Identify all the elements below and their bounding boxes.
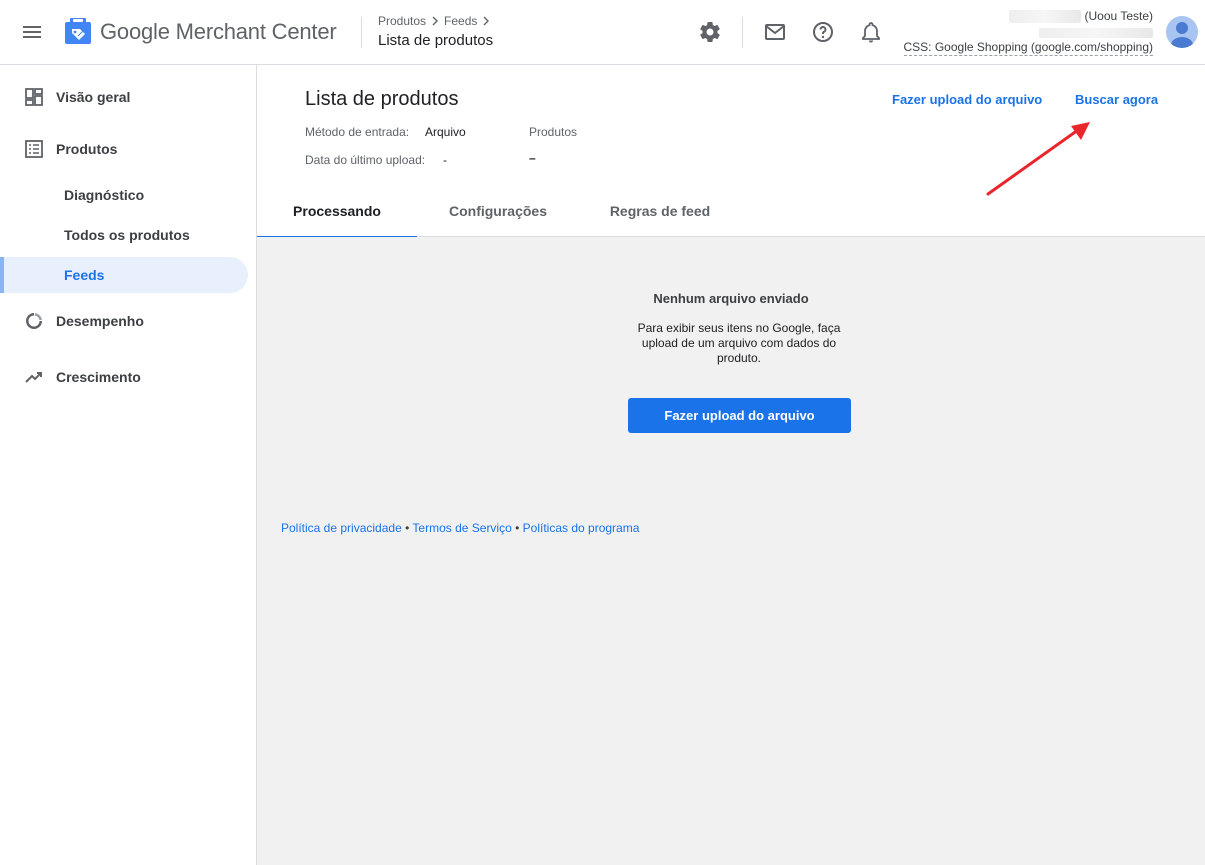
account-name-redacted (1008, 9, 1081, 23)
sidebar-item-todos-os-produtos[interactable]: Todos os produtos (0, 217, 248, 253)
dashboard-icon (25, 88, 43, 106)
program-policies-link[interactable]: Políticas do programa (523, 521, 640, 535)
feed-header: Lista de produtos Método de entrada: Arq… (257, 65, 1205, 238)
breadcrumb-produtos[interactable]: Produtos (378, 14, 426, 28)
footer-separator: • (401, 521, 413, 535)
person-icon (1171, 22, 1193, 48)
sidebar-item-label: Produtos (56, 141, 118, 157)
footer-separator: • (511, 521, 523, 535)
sidebar-item-label: Visão geral (56, 89, 131, 105)
products-value: – (529, 151, 536, 165)
last-upload-value: - (443, 153, 447, 167)
top-app-bar: Google Merchant Center Produtos Feeds Li… (0, 0, 1205, 65)
breadcrumb-feeds[interactable]: Feeds (444, 14, 477, 28)
sidebar: Visão geral Produtos Diagnóstico Todos o… (0, 65, 257, 865)
menu-icon[interactable] (20, 20, 44, 44)
terms-of-service-link[interactable]: Termos de Serviço (412, 521, 511, 535)
upload-file-link[interactable]: Fazer upload do arquivo (892, 92, 1042, 107)
tab-panel: Nenhum arquivo enviado Para exibir seus … (257, 237, 1205, 865)
breadcrumb: Produtos Feeds (378, 14, 492, 28)
empty-state-title: Nenhum arquivo enviado (653, 291, 809, 306)
tab-processando[interactable]: Processando (257, 185, 417, 238)
privacy-policy-link[interactable]: Política de privacidade (281, 521, 402, 535)
sidebar-item-label: Feeds (64, 267, 105, 283)
trending-up-icon (25, 372, 42, 383)
empty-state-description: Para exibir seus itens no Google, faça u… (637, 321, 841, 365)
sidebar-item-label: Diagnóstico (64, 187, 145, 203)
chevron-right-icon (432, 16, 439, 26)
products-label: Produtos (529, 125, 578, 139)
header-page-title: Lista de produtos (378, 32, 494, 49)
input-method-value: Arquivo (425, 125, 466, 139)
donut-icon (26, 313, 42, 329)
chevron-right-icon (483, 16, 490, 26)
sidebar-item-label: Crescimento (56, 369, 141, 385)
icons-divider (742, 17, 743, 48)
page-title: Lista de produtos (305, 88, 459, 110)
footer-links: Política de privacidade • Termos de Serv… (281, 521, 639, 535)
app-title: Google Merchant Center (100, 19, 337, 44)
account-avatar[interactable] (1166, 16, 1198, 48)
account-info[interactable]: (Uoou Teste) CSS: Google Shopping (googl… (903, 8, 1153, 56)
tab-regras-de-feed[interactable]: Regras de feed (579, 185, 741, 237)
sidebar-item-diagnostico[interactable]: Diagnóstico (0, 177, 248, 213)
account-id-redacted (1039, 28, 1153, 38)
notifications-icon[interactable] (859, 20, 883, 44)
main-content: Lista de produtos Método de entrada: Arq… (257, 65, 1205, 865)
account-name-suffix: (Uoou Teste) (1084, 9, 1153, 23)
sidebar-item-label: Desempenho (56, 313, 144, 329)
merchant-center-logo[interactable] (64, 17, 92, 45)
css-label[interactable]: CSS: Google Shopping (google.com/shoppin… (903, 40, 1153, 56)
header-divider (361, 17, 362, 48)
sidebar-item-desempenho[interactable]: Desempenho (0, 303, 248, 339)
upload-file-button[interactable]: Fazer upload do arquivo (628, 398, 851, 433)
fetch-now-link[interactable]: Buscar agora (1075, 92, 1158, 107)
tab-configuracoes[interactable]: Configurações (417, 185, 579, 237)
sidebar-item-feeds[interactable]: Feeds (0, 257, 248, 293)
mail-icon[interactable] (763, 20, 787, 44)
sidebar-item-crescimento[interactable]: Crescimento (0, 359, 248, 395)
sidebar-item-visao-geral[interactable]: Visão geral (0, 79, 248, 115)
sidebar-item-label: Todos os produtos (64, 227, 190, 243)
help-icon[interactable] (811, 20, 835, 44)
sidebar-item-produtos[interactable]: Produtos (0, 131, 248, 167)
input-method-label: Método de entrada: (305, 125, 410, 139)
last-upload-label: Data do último upload: (305, 153, 426, 167)
settings-icon[interactable] (698, 20, 722, 44)
list-icon (25, 140, 43, 158)
